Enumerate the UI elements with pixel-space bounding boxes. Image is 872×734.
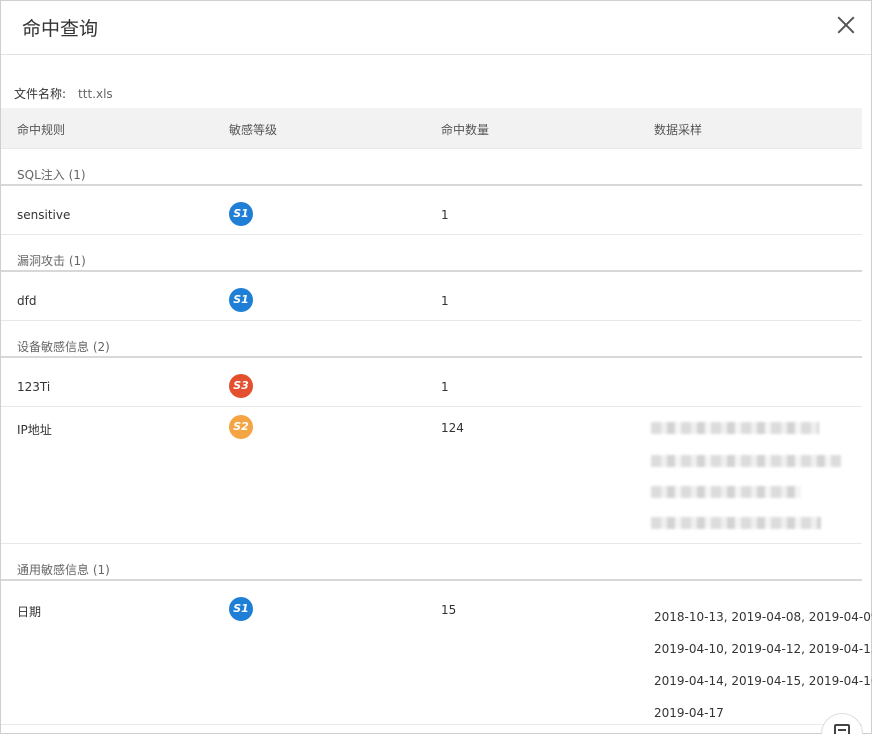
hit-count: 1: [441, 208, 449, 222]
hit-count: 15: [441, 603, 457, 617]
table-header: 命中规则 敏感等级 命中数量 数据采样: [1, 108, 862, 148]
group-divider: [1, 356, 862, 358]
dialog-header: 命中查询: [1, 1, 871, 55]
level-badge: S1: [229, 202, 253, 226]
sample-line: 2019-04-10, 2019-04-12, 2019-04-13,: [654, 642, 872, 656]
level-badge: S1: [229, 597, 253, 621]
divider: [1, 724, 862, 725]
divider: [1, 234, 862, 235]
group-divider: [1, 579, 862, 581]
rule-name: 123Ti: [17, 380, 51, 394]
hit-query-dialog: 命中查询 文件名称: ttt.xls 命中规则 敏感等级 命中数量 数据采样 SQ…: [0, 0, 872, 734]
hit-count: 1: [441, 380, 449, 394]
level-badge: S1: [229, 288, 253, 312]
header-sample: 数据采样: [654, 123, 703, 137]
sample-line: 2018-10-13, 2019-04-08, 2019-04-09,: [654, 610, 872, 624]
group-divider: [1, 270, 862, 272]
dialog-title: 命中查询: [22, 18, 99, 40]
file-name-row: 文件名称: ttt.xls: [14, 85, 113, 102]
chat-icon: [834, 724, 850, 734]
group-title: SQL注入 (1): [17, 168, 86, 182]
group-title: 通用敏感信息 (1): [17, 563, 110, 577]
group-title: 漏洞攻击 (1): [17, 254, 86, 268]
rule-name: sensitive: [17, 208, 71, 222]
rule-name: dfd: [17, 294, 37, 308]
divider: [1, 148, 862, 149]
hit-count: 124: [441, 421, 464, 435]
level-badge: S3: [229, 374, 253, 398]
group-title: 设备敏感信息 (2): [17, 340, 110, 354]
close-icon[interactable]: [835, 14, 857, 36]
hit-count: 1: [441, 294, 449, 308]
rule-name: 日期: [17, 605, 42, 619]
data-sample: 2018-10-13, 2019-04-08, 2019-04-09, 2019…: [654, 601, 872, 729]
header-rule: 命中规则: [17, 123, 66, 137]
divider: [1, 320, 862, 321]
group-divider: [1, 184, 862, 186]
sample-line: 2019-04-14, 2019-04-15, 2019-04-16,: [654, 674, 872, 688]
divider: [1, 406, 862, 407]
header-level: 敏感等级: [229, 123, 278, 137]
level-badge: S2: [229, 415, 253, 439]
header-count: 命中数量: [441, 123, 490, 137]
rule-name: IP地址: [17, 423, 52, 437]
file-name-value: ttt.xls: [78, 87, 113, 101]
file-name-label: 文件名称:: [14, 87, 67, 101]
divider: [1, 543, 862, 544]
